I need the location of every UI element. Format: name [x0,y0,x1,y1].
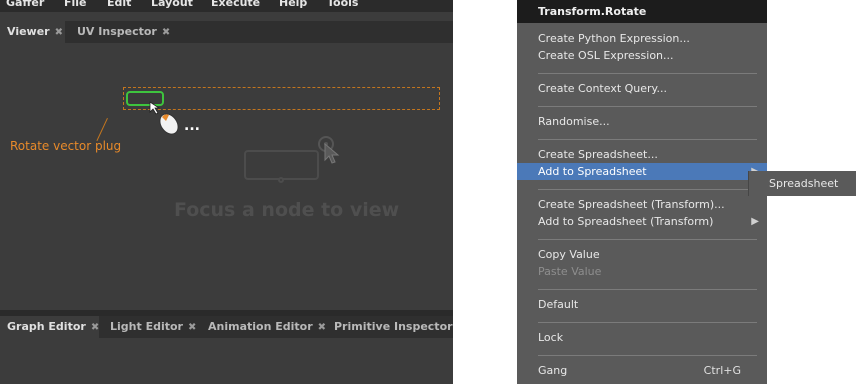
placeholder-plug-dot [278,177,284,183]
close-icon[interactable]: ✖ [162,22,170,44]
menu-separator [538,322,757,323]
menu-help[interactable]: Help [279,0,307,9]
tab-primitive-inspector-label: Primitive Inspector [334,320,453,333]
ellipsis-indicator: ... [184,118,200,134]
menu-item-paste-value: Paste Value [538,265,602,278]
menu-separator [538,139,757,140]
menu-title: Transform.Rotate [517,0,767,23]
spreadsheet-submenu: Spreadsheet [748,171,856,196]
menu-item-create-osl-expression[interactable]: Create OSL Expression... [517,47,767,64]
menu-item-add-to-spreadsheet[interactable]: Add to Spreadsheet ▶ [517,163,767,180]
graph-editor-panel[interactable] [0,338,453,384]
viewer-panel[interactable] [0,44,453,310]
tab-primitive-inspector[interactable]: Primitive Inspector✖ [327,316,453,338]
menu-execute[interactable]: Execute [211,0,260,9]
menu-separator [538,239,757,240]
tab-animation-editor[interactable]: Animation Editor ✖ [201,316,327,338]
menu-gaffer[interactable]: Gaffer [6,0,44,9]
submenu-item-spreadsheet[interactable]: Spreadsheet [769,171,838,196]
menu-item-default[interactable]: Default [517,296,767,313]
gaffer-window: Gaffer File Edit Layout Execute Help Too… [0,0,453,384]
menubar: Gaffer File Edit Layout Execute Help Too… [0,0,453,12]
menu-edit[interactable]: Edit [107,0,131,9]
close-icon[interactable]: ✖ [188,317,196,339]
menu-separator [538,289,757,290]
menu-item-create-spreadsheet-transform[interactable]: Create Spreadsheet (Transform)... [517,196,767,213]
menu-separator [538,189,757,190]
menu-separator [538,106,757,107]
tab-viewer-label: Viewer [7,25,50,38]
menu-item-create-python-expression[interactable]: Create Python Expression... [517,30,767,47]
menu-item-label: Add to Spreadsheet (Transform) [538,215,714,228]
close-icon[interactable]: ✖ [91,317,99,339]
menu-separator [538,73,757,74]
menu-item-label: Add to Spreadsheet [538,165,647,178]
tab-light-editor-label: Light Editor [110,320,183,333]
menu-separator [538,355,757,356]
menu-item-randomise[interactable]: Randomise... [517,113,767,130]
close-icon[interactable]: ✖ [55,22,63,44]
menu-item-create-context-query[interactable]: Create Context Query... [517,80,767,97]
menu-file[interactable]: File [64,0,87,9]
viewer-tabbar: Viewer ✖ UV Inspector ✖ [0,21,453,43]
placeholder-node-icon [244,150,319,180]
mouse-icon [149,101,179,135]
gang-shortcut: Ctrl+G [703,364,741,377]
menu-item-label: Gang [538,364,568,377]
tab-uv-inspector[interactable]: UV Inspector ✖ [70,21,170,43]
cursor-icon [324,143,340,164]
tab-viewer[interactable]: Viewer ✖ [0,21,65,43]
menu-tools[interactable]: Tools [327,0,358,9]
tab-graph-editor[interactable]: Graph Editor ✖ [0,316,99,338]
plug-context-menu: Transform.Rotate Create Python Expressio… [517,0,767,384]
menu-item-gang[interactable]: Gang Ctrl+G [517,362,767,379]
submenu-arrow-icon: ▶ [751,216,759,227]
tab-uv-inspector-label: UV Inspector [77,25,157,38]
menu-item-create-spreadsheet[interactable]: Create Spreadsheet... [517,146,767,163]
callout-label: Rotate vector plug [10,139,122,153]
menu-item-copy-value[interactable]: Copy Value [517,246,767,263]
menu-item-lock[interactable]: Lock [517,329,767,346]
tab-light-editor[interactable]: Light Editor ✖ [103,316,199,338]
graph-tabbar: Graph Editor ✖ Light Editor ✖ Animation Ed… [0,316,453,338]
menu-layout[interactable]: Layout [151,0,193,9]
tab-graph-editor-label: Graph Editor [7,320,86,333]
menu-item-add-to-spreadsheet-transform[interactable]: Add to Spreadsheet (Transform) ▶ [517,213,767,230]
tab-animation-editor-label: Animation Editor [208,320,313,333]
close-icon[interactable]: ✖ [318,317,326,339]
viewer-placeholder-text: Focus a node to view [174,199,400,221]
